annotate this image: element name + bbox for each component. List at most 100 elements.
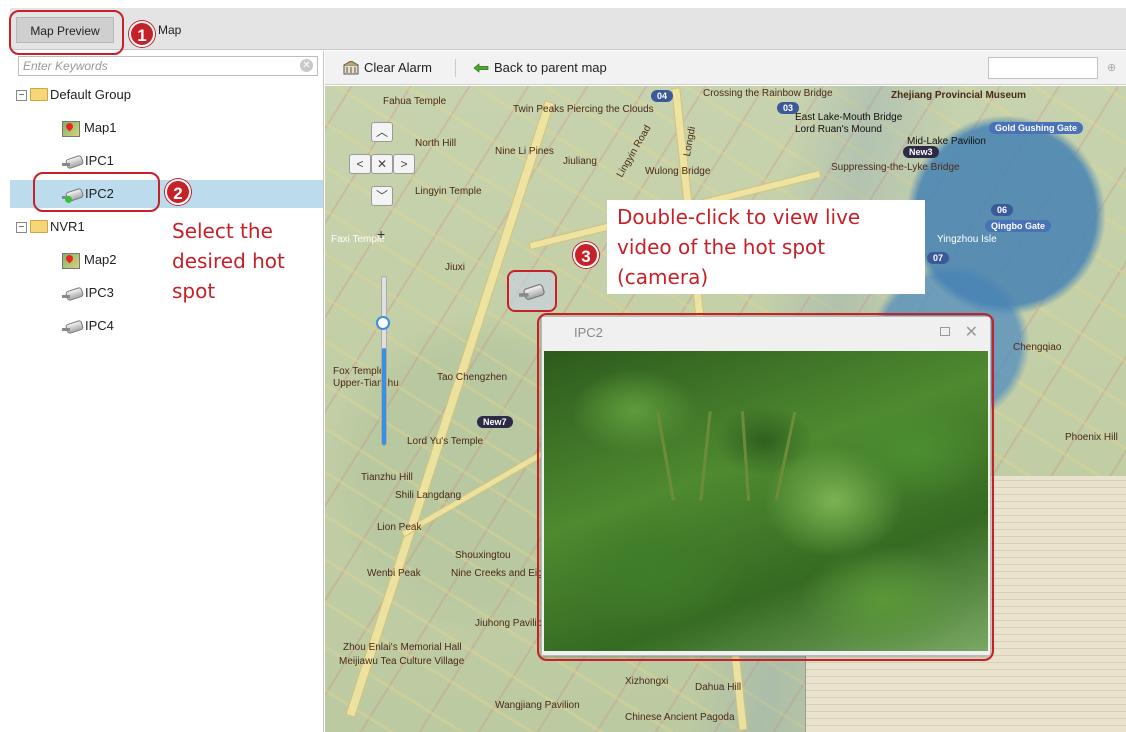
tree-item-map1[interactable]: Map1: [62, 114, 117, 142]
clear-alarm-button[interactable]: Clear Alarm: [343, 51, 432, 85]
map-route-badge: New3: [903, 146, 939, 158]
search-placeholder: Enter Keywords: [23, 59, 108, 73]
map-label: East Lake-Mouth Bridge: [795, 112, 903, 123]
zoom-in-icon[interactable]: +: [377, 226, 385, 242]
map-label: Jiuliang: [563, 156, 597, 167]
map-label: Twin Peaks Piercing the Clouds: [513, 104, 654, 115]
back-arrow-icon: [473, 62, 489, 73]
map-route-badge: 03: [777, 102, 800, 114]
map-label: Dahua Hill: [695, 682, 742, 693]
tree-item-label: Default Group: [50, 87, 131, 102]
map-route-badge: 04: [651, 90, 674, 102]
clear-alarm-icon: [343, 61, 359, 75]
annotation-outline-tab: [9, 10, 124, 55]
search-input[interactable]: Enter Keywords ✕: [18, 56, 318, 76]
tree-item-label: IPC1: [85, 153, 114, 168]
map-label: Shouxingtou: [455, 550, 511, 561]
map-route-badge: 06: [991, 204, 1014, 216]
tree-item-label: Map2: [84, 252, 117, 267]
map-label-badge: Gold Gushing Gate: [989, 122, 1084, 134]
map-route-badge: 07: [927, 252, 950, 264]
map-label: Jiuxi: [445, 262, 466, 273]
map-route-badge: New7: [477, 416, 513, 428]
map-label: Shili Langdang: [395, 490, 462, 501]
tree-item-ipc3[interactable]: IPC3: [62, 279, 114, 307]
map-label: Chengqiao: [1013, 342, 1062, 353]
map-label: Zhou Enlai's Memorial Hall: [343, 642, 462, 653]
pan-right-button[interactable]: >: [393, 154, 415, 174]
map-pan-control: ︿ < ✕ > ﹀: [337, 122, 417, 207]
map-label: Crossing the Rainbow Bridge: [703, 88, 833, 99]
back-to-parent-map-label: Back to parent map: [494, 60, 607, 75]
map-label: Yingzhou Isle: [937, 234, 997, 245]
reset-view-button[interactable]: ✕: [371, 154, 393, 174]
camera-icon: [62, 288, 82, 300]
map-icon: [62, 252, 80, 269]
map-label: Wangjiang Pavilion: [495, 700, 580, 711]
camera-icon: [62, 156, 82, 168]
map-label: Fox Temple: [333, 366, 385, 377]
zoom-slider-fill: [382, 347, 386, 445]
annotation-step-2-text: Select the desired hot spot: [172, 216, 285, 306]
tree-item-map2[interactable]: Map2: [62, 246, 117, 274]
map-label: Lord Ruan's Mound: [795, 124, 882, 135]
top-margin: [0, 0, 1126, 8]
folder-icon: [30, 220, 48, 234]
tree-item-label: IPC3: [85, 285, 114, 300]
annotation-outline-ipc2: [33, 172, 160, 212]
annotation-line: spot: [172, 279, 216, 303]
map-label: Xizhongxi: [625, 676, 669, 687]
map-label: Wulong Bridge: [645, 166, 711, 177]
zoom-slider-handle[interactable]: [376, 316, 390, 330]
map-toolbar: Clear Alarm Back to parent map ⊕: [325, 51, 1126, 85]
collapse-icon[interactable]: −: [16, 90, 27, 102]
map-label: Phoenix Hill: [1065, 432, 1118, 443]
pan-left-button[interactable]: <: [349, 154, 371, 174]
pan-up-button[interactable]: ︿: [371, 122, 393, 142]
camera-icon: [519, 285, 543, 299]
tree-item-ipc4[interactable]: IPC4: [62, 312, 114, 340]
map-label: Lingyin Temple: [415, 186, 482, 197]
map-search-input[interactable]: [988, 57, 1098, 79]
annotation-step-3-text: Double-click to view live video of the h…: [607, 200, 925, 294]
annotation-step-3: 3: [573, 242, 599, 268]
map-label: Suppressing-the-Lyke Bridge: [831, 162, 960, 173]
magnifier-icon[interactable]: ⊕: [1107, 61, 1116, 74]
map-label-badge: Qingbo Gate: [985, 220, 1051, 232]
camera-hot-spot-ipc2[interactable]: [507, 270, 557, 312]
clear-search-icon[interactable]: ✕: [300, 59, 313, 72]
tab-bar: Map Preview Map: [10, 8, 1126, 50]
map-icon: [62, 120, 80, 137]
tree-item-ipc1[interactable]: IPC1: [62, 147, 114, 175]
tree-item-label: IPC4: [85, 318, 114, 333]
resource-tree-panel: Enter Keywords ✕ − Default Group Map1 IPC…: [10, 51, 324, 732]
map-label: Tianzhu Hill: [361, 472, 413, 483]
map-label: Wenbi Peak: [367, 568, 421, 579]
annotation-line: video of the hot spot: [617, 235, 826, 259]
camera-icon: [62, 321, 82, 333]
tree-item-nvr1[interactable]: − NVR1: [16, 213, 85, 241]
map-label: North Hill: [415, 138, 457, 149]
map-label: Chinese Ancient Pagoda: [625, 712, 735, 723]
map-label: Meijiawu Tea Culture Village: [339, 656, 465, 667]
pan-down-button[interactable]: ﹀: [371, 186, 393, 206]
map-label: Lion Peak: [377, 522, 422, 533]
annotation-line: Select the: [172, 219, 273, 243]
map-label: Tao Chengzhen: [437, 372, 508, 383]
annotation-line: desired hot: [172, 249, 285, 273]
annotation-line: Double-click to view live: [617, 205, 861, 229]
folder-icon: [30, 88, 48, 102]
collapse-icon[interactable]: −: [16, 222, 27, 234]
zoom-slider[interactable]: [381, 276, 387, 446]
map-label: Zhejiang Provincial Museum: [891, 90, 1027, 101]
tree-item-default-group[interactable]: − Default Group: [16, 81, 131, 109]
annotation-step-2: 2: [165, 179, 191, 205]
clear-alarm-label: Clear Alarm: [364, 60, 432, 75]
annotation-line: (camera): [617, 265, 709, 289]
back-to-parent-map-button[interactable]: Back to parent map: [473, 51, 607, 85]
tree-item-label: Map1: [84, 120, 117, 135]
toolbar-divider: [455, 59, 456, 77]
map-label: Fahua Temple: [383, 96, 447, 107]
map-label: Upper-Tianzhu: [333, 378, 399, 389]
tree-item-label: NVR1: [50, 219, 85, 234]
